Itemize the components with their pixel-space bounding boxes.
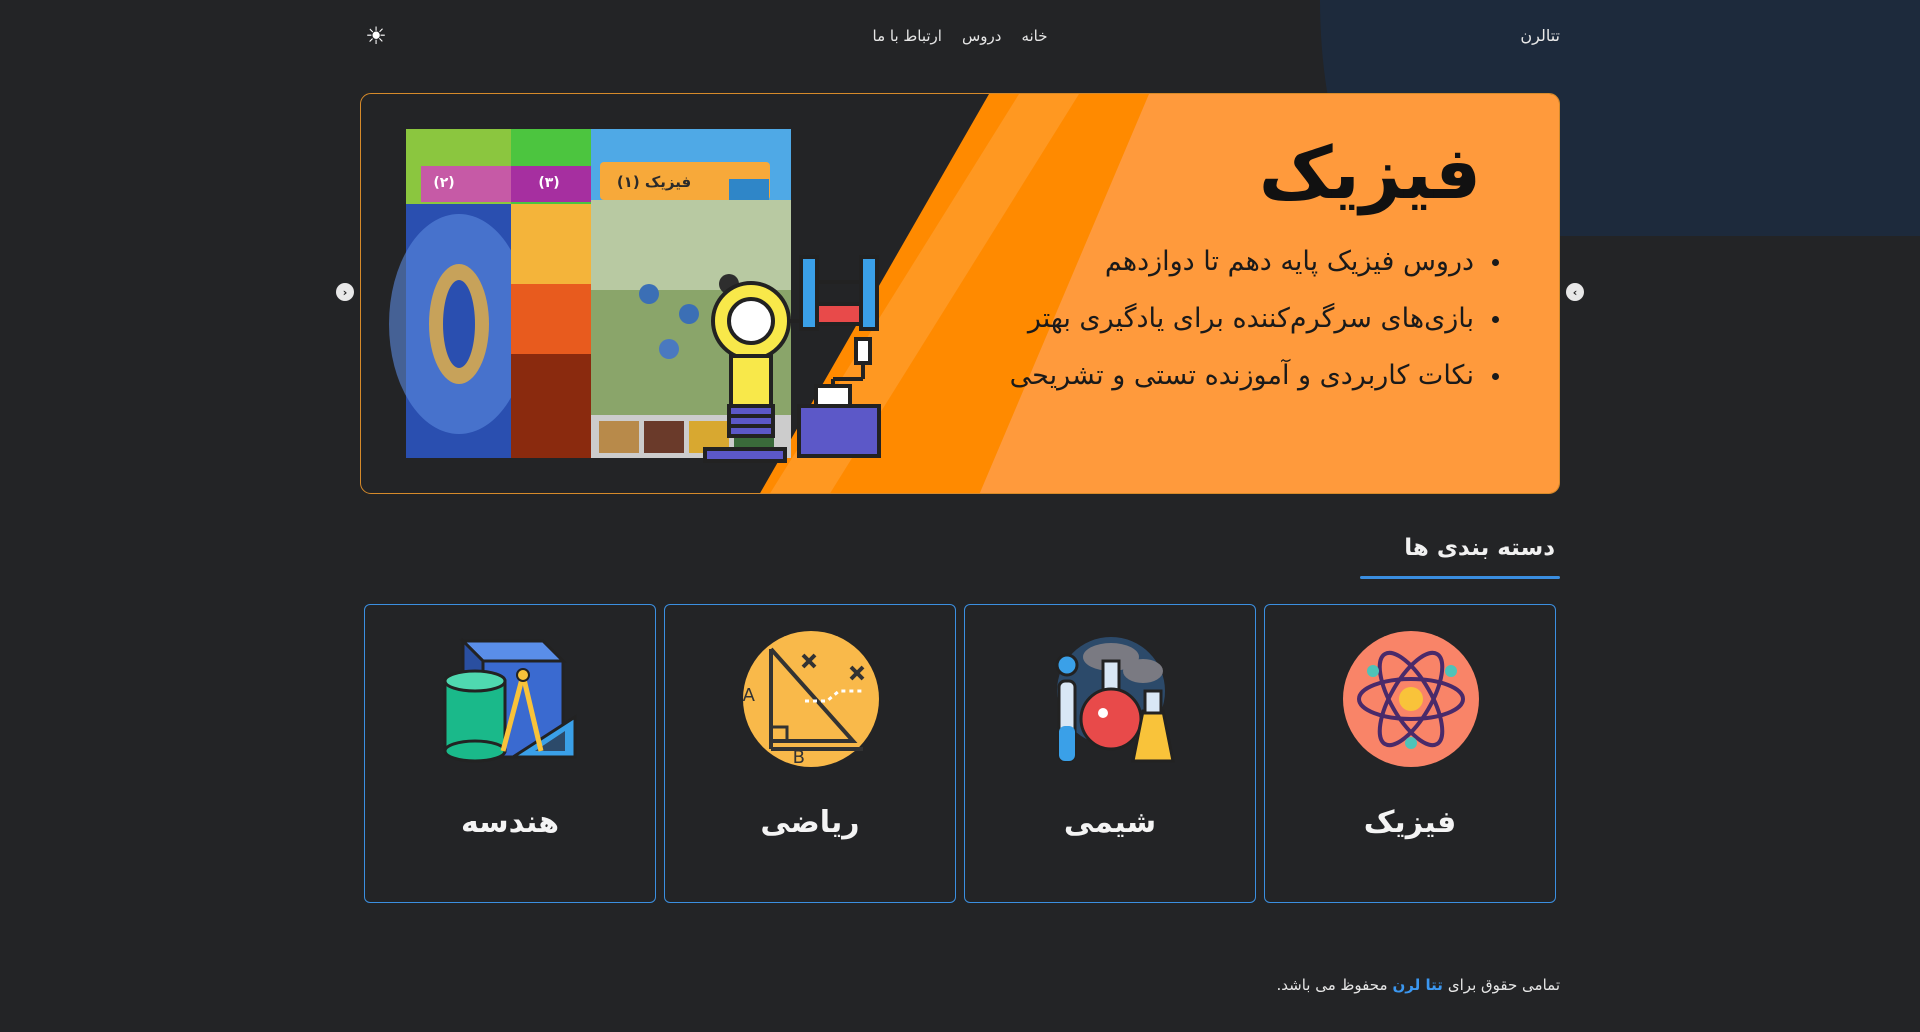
sun-icon: ☀ xyxy=(365,22,387,50)
category-label: هندسه xyxy=(460,805,560,840)
book-label-2: (۲) xyxy=(433,175,454,191)
category-card-math[interactable]: A B ریاضی xyxy=(664,604,956,903)
category-card-geometry[interactable]: هندسه xyxy=(364,604,656,903)
geometry-shapes-icon xyxy=(443,637,577,763)
category-label: ریاضی xyxy=(760,805,860,840)
category-card-chemistry[interactable]: شیمی xyxy=(964,604,1256,903)
svg-text:A: A xyxy=(743,685,756,706)
category-cards: فیزیک شیمی A B ریاضی هندسه xyxy=(364,604,1556,903)
svg-text:B: B xyxy=(793,747,805,767)
chevron-right-icon: › xyxy=(1572,285,1578,299)
category-label: فیزیک xyxy=(1363,805,1457,840)
hero-bullet: بازی‌های سرگرم‌کننده برای یادگیری بهتر xyxy=(1010,303,1499,335)
book-label-3: (۳) xyxy=(538,175,559,191)
main-nav: خانه دروس ارتباط با ما xyxy=(873,27,1048,45)
chevron-left-icon: ‹ xyxy=(342,285,348,299)
categories-heading: دسته بندی ها xyxy=(1404,535,1555,561)
footer-prefix: تمامی حقوق برای xyxy=(1447,976,1560,994)
hero-title: فیزیک xyxy=(1258,131,1481,215)
hero-banner: فیزیک (۱) (۳) (۲) فیزیک دروس فیزیک پایه xyxy=(360,93,1560,494)
hero-bullet: نکات کاربردی و آموزنده تستی و تشریحی xyxy=(1010,360,1499,392)
nav-item-contact[interactable]: ارتباط با ما xyxy=(873,27,942,45)
hero-bullets: دروس فیزیک پایه دهم تا دوازدهم بازی‌های … xyxy=(1010,246,1499,417)
nav-item-home[interactable]: خانه xyxy=(1021,27,1047,45)
brand-logo-text[interactable]: تتالرن xyxy=(1520,26,1560,45)
category-card-physics[interactable]: فیزیک xyxy=(1264,604,1556,903)
hero-bullet: دروس فیزیک پایه دهم تا دوازدهم xyxy=(1010,246,1499,278)
categories-heading-underline xyxy=(1360,576,1560,579)
theme-toggle-button[interactable]: ☀ xyxy=(362,22,390,50)
category-label: شیمی xyxy=(1063,805,1157,840)
site-header: تتالرن خانه دروس ارتباط با ما ☀ xyxy=(360,0,1560,74)
footer-suffix: محفوظ می باشد. xyxy=(1276,976,1388,994)
math-graph-icon: A B xyxy=(743,631,879,767)
book-label-1: فیزیک (۱) xyxy=(617,173,691,191)
chemistry-flask-icon xyxy=(1055,637,1175,763)
nav-item-courses[interactable]: دروس xyxy=(962,27,1001,45)
carousel-prev-button[interactable]: ‹ xyxy=(336,283,354,301)
footer-copyright: تمامی حقوق برای تتا لرن محفوظ می باشد. xyxy=(1277,976,1560,994)
atom-icon xyxy=(1343,631,1479,767)
carousel-next-button[interactable]: › xyxy=(1566,283,1584,301)
footer-brand-link[interactable]: تتا لرن xyxy=(1393,976,1443,994)
